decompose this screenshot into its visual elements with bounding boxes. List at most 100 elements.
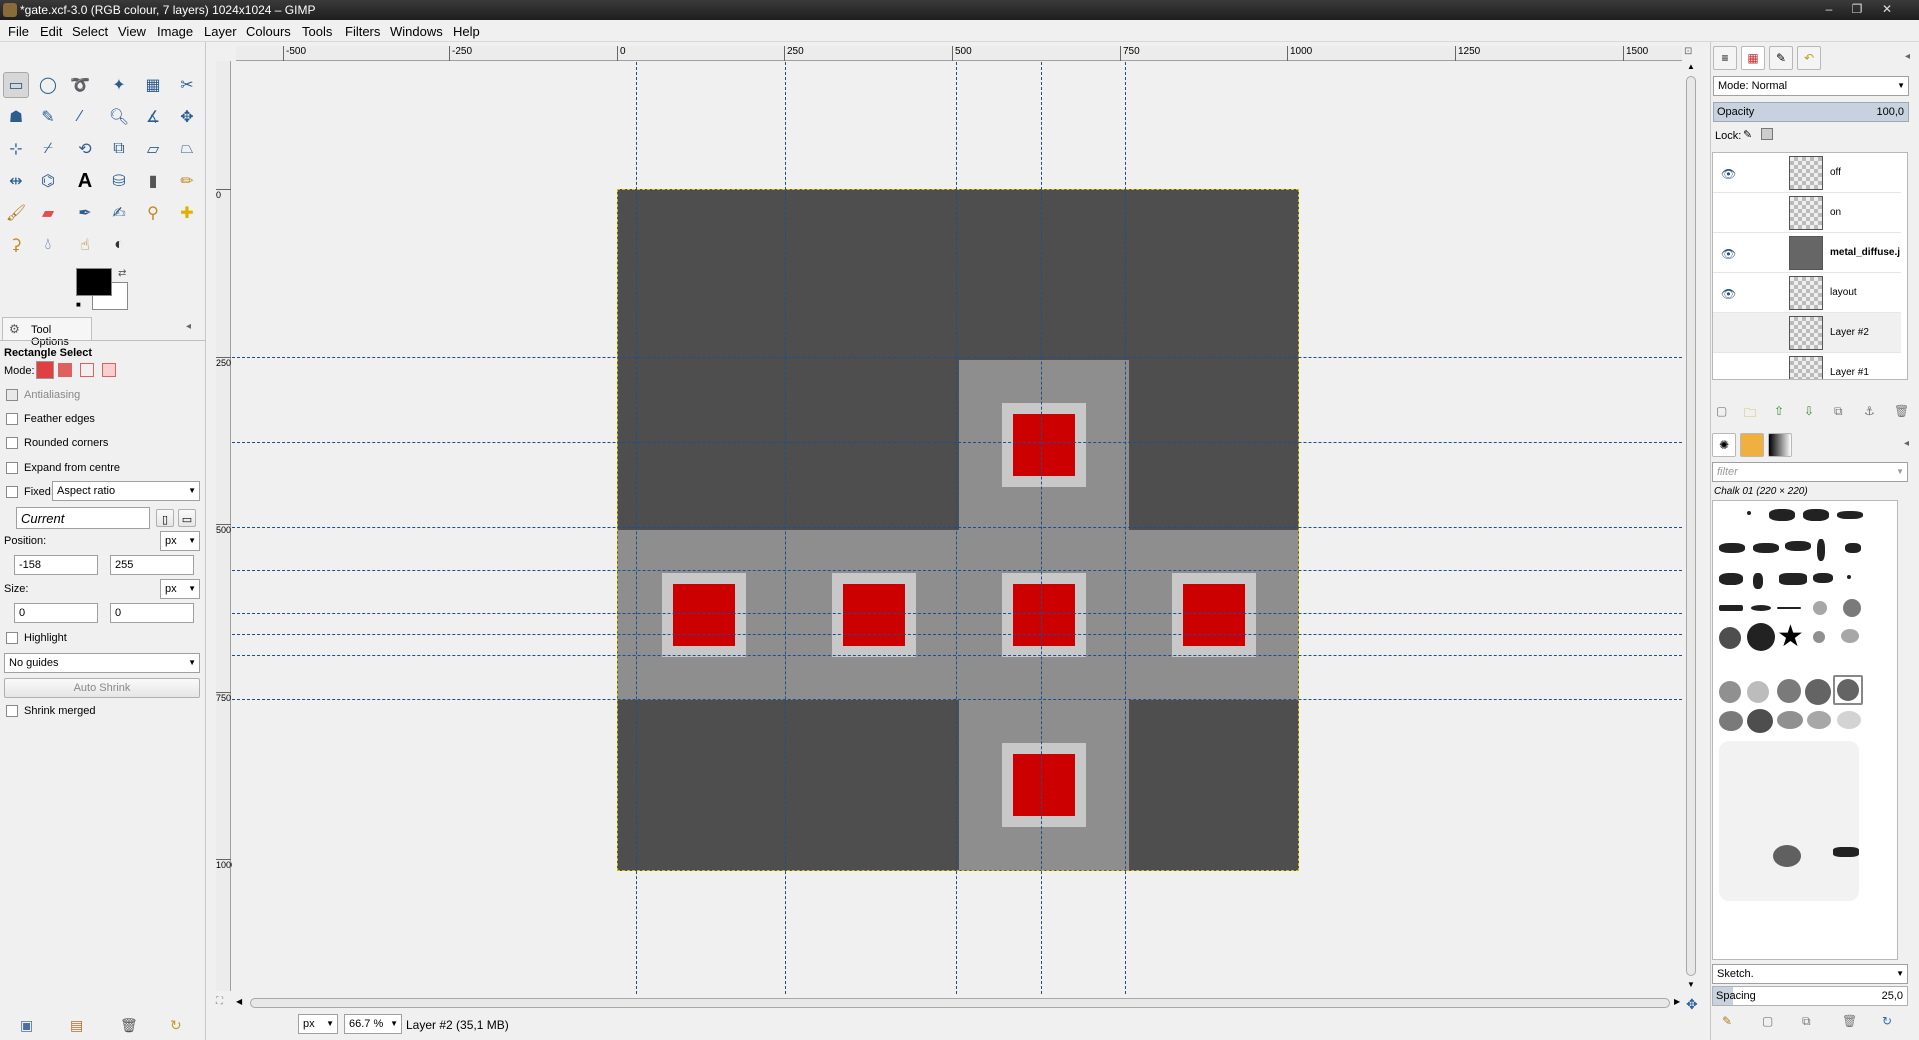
menu-help[interactable]: Help <box>453 24 480 39</box>
heal-icon[interactable]: ✚ <box>174 200 200 226</box>
save-options-icon[interactable]: ▣ <box>20 1017 33 1034</box>
scroll-right-icon[interactable]: ▶ <box>1674 997 1680 1006</box>
airbrush-icon[interactable]: ✒ <box>72 200 98 226</box>
size-width-input[interactable]: 0 <box>14 603 98 623</box>
brush-item[interactable] <box>1773 845 1801 867</box>
foreground-select-icon[interactable]: ☗ <box>3 104 29 130</box>
mode-add-button[interactable] <box>58 363 72 377</box>
bucket-fill-icon[interactable]: ⛁ <box>106 168 132 194</box>
clone-icon[interactable]: ⚲ <box>140 200 166 226</box>
refresh-brushes-icon[interactable]: ↻ <box>1882 1014 1892 1028</box>
rounded-corners-checkbox[interactable] <box>6 437 18 449</box>
brush-item[interactable] <box>1847 575 1851 579</box>
restore-options-icon[interactable]: ▤ <box>70 1017 83 1034</box>
brush-item[interactable] <box>1837 511 1863 519</box>
brush-item[interactable] <box>1753 573 1763 589</box>
fuzzy-select-icon[interactable]: ✦ <box>106 72 132 98</box>
smudge-icon[interactable]: ☝ <box>72 232 98 258</box>
brush-filter-input[interactable]: filter <box>1712 462 1908 482</box>
cage-icon[interactable]: ⌬ <box>35 168 61 194</box>
brush-item[interactable] <box>1769 509 1795 521</box>
brush-item[interactable] <box>1719 543 1745 553</box>
horizontal-guide[interactable] <box>232 613 1682 614</box>
panel-menu-icon[interactable]: ◂ <box>186 321 191 332</box>
pencil-icon[interactable]: ✏ <box>174 168 200 194</box>
fixed-dropdown[interactable]: Aspect ratio <box>52 481 200 501</box>
layer-row-metal[interactable]: 👁︎ metal_diffuse.j <box>1713 233 1901 273</box>
scissors-icon[interactable]: ✂ <box>174 72 200 98</box>
selected-brush-item[interactable] <box>1833 675 1863 705</box>
scroll-down-icon[interactable]: ▼ <box>1687 980 1695 989</box>
paintbrush-icon[interactable]: 🖌︎ <box>3 200 29 226</box>
tab-channels[interactable]: ▦ <box>1741 46 1765 70</box>
expand-checkbox[interactable] <box>6 462 18 474</box>
antialiasing-checkbox[interactable] <box>6 389 18 401</box>
brush-item[interactable] <box>1719 711 1743 731</box>
horizontal-guide[interactable] <box>232 570 1682 571</box>
menu-view[interactable]: View <box>118 24 146 39</box>
crop-icon[interactable]: ⌿ <box>35 136 61 162</box>
horizontal-guide[interactable] <box>232 655 1682 656</box>
delete-options-icon[interactable]: 🗑︎ <box>120 1017 138 1034</box>
measure-icon[interactable]: ∡ <box>140 104 166 130</box>
layer-row-layer1[interactable]: Layer #1 <box>1713 353 1901 379</box>
default-colors-icon[interactable]: ■ <box>76 300 81 309</box>
horizontal-guide[interactable] <box>232 442 1682 443</box>
close-button[interactable]: ✕ <box>1876 0 1898 18</box>
zoom-dropdown[interactable]: 66.7 % <box>344 1014 402 1034</box>
brush-item[interactable] <box>1845 543 1861 553</box>
vertical-scrollbar[interactable]: ▲ ▼ <box>1684 62 1698 994</box>
menu-windows[interactable]: Windows <box>390 24 443 39</box>
tab-undo[interactable]: ↶ <box>1797 46 1821 70</box>
delete-layer-icon[interactable]: 🗑︎ <box>1894 404 1909 418</box>
tab-paths[interactable]: ✎ <box>1769 46 1793 70</box>
edit-brush-icon[interactable]: ✎ <box>1722 1014 1732 1028</box>
ink-icon[interactable]: ✍ <box>106 200 132 226</box>
align-icon[interactable]: ⊹ <box>3 136 29 162</box>
dodge-burn-icon[interactable]: ◐ <box>106 232 132 258</box>
anchor-layer-icon[interactable]: ⚓ <box>1864 404 1875 418</box>
menu-edit[interactable]: Edit <box>40 24 62 39</box>
horizontal-guide[interactable] <box>232 357 1682 358</box>
brush-item[interactable] <box>1747 709 1773 733</box>
quick-mask-icon[interactable]: ⊡ <box>1684 46 1692 57</box>
foreground-color-swatch[interactable] <box>76 268 112 296</box>
brush-item[interactable] <box>1719 741 1859 901</box>
highlight-checkbox[interactable] <box>6 632 18 644</box>
lock-alpha-icon[interactable] <box>1761 128 1773 140</box>
lower-layer-icon[interactable]: ⇩ <box>1804 404 1814 418</box>
position-unit-dropdown[interactable]: px <box>160 531 200 551</box>
feather-checkbox[interactable] <box>6 413 18 425</box>
layer-row-layer2[interactable]: Layer #2 <box>1713 313 1901 353</box>
vertical-guide[interactable] <box>636 62 637 994</box>
brush-item[interactable] <box>1843 599 1861 617</box>
brush-item[interactable] <box>1779 573 1807 585</box>
layer-mode-dropdown[interactable]: Mode: Normal <box>1713 76 1909 96</box>
new-layer-icon[interactable]: ▢ <box>1716 404 1727 418</box>
menu-colours[interactable]: Colours <box>246 24 291 39</box>
size-height-input[interactable]: 0 <box>110 603 194 623</box>
color-picker-icon[interactable]: ⁄ <box>67 104 93 130</box>
vertical-scroll-thumb[interactable] <box>1686 76 1696 976</box>
spacing-slider[interactable]: Spacing 25,0 <box>1712 986 1908 1006</box>
brush-item[interactable] <box>1719 681 1741 703</box>
horizontal-guide[interactable] <box>232 634 1682 635</box>
tab-tool-options[interactable]: ⚙ Tool Options <box>2 317 92 348</box>
raise-layer-icon[interactable]: ⇧ <box>1774 404 1784 418</box>
new-brush-icon[interactable]: ▢ <box>1762 1014 1773 1028</box>
brush-item[interactable] <box>1747 511 1751 515</box>
visibility-eye-icon[interactable]: 👁︎ <box>1721 167 1736 181</box>
zoom-icon[interactable]: 🔍︎ <box>106 104 132 130</box>
perspective-clone-icon[interactable]: ⚳ <box>3 232 29 258</box>
menu-filters[interactable]: Filters <box>345 24 380 39</box>
brush-item[interactable] <box>1803 509 1829 521</box>
minimize-button[interactable]: – <box>1818 0 1840 18</box>
vertical-guide[interactable] <box>1125 62 1126 994</box>
shrink-merged-checkbox[interactable] <box>6 705 18 717</box>
brush-item[interactable] <box>1813 573 1833 583</box>
rotate-icon[interactable]: ⟲ <box>72 136 98 162</box>
blend-icon[interactable]: ▮ <box>140 168 166 194</box>
ellipse-select-icon[interactable]: ◯ <box>35 72 61 98</box>
eraser-icon[interactable]: ▰ <box>35 200 61 226</box>
brush-tag-dropdown[interactable]: Sketch. <box>1712 964 1908 984</box>
